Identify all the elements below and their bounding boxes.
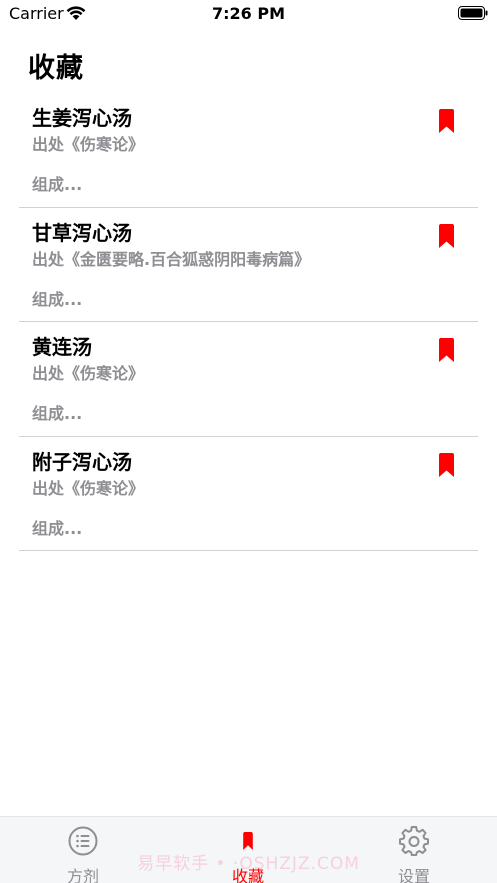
- formula-name: 附子泻心汤: [32, 449, 132, 474]
- status-time: 7:26 PM: [211, 4, 285, 23]
- watermark: 易早软手 • ·OSHZJZ.COM: [137, 854, 360, 874]
- formula-composition: 组成...: [32, 404, 83, 423]
- favorite-item[interactable]: 生姜泻心汤 出处《伤寒论》 组成...: [19, 93, 478, 208]
- bookmark-icon[interactable]: [438, 109, 455, 133]
- formula-name: 生姜泻心汤: [32, 106, 132, 130]
- favorite-item[interactable]: 甘草泻心汤 出处《金匮要略.百合狐惑阴阳毒病篇》 组成...: [19, 208, 478, 322]
- formula-source: 出处《伤寒论》: [32, 364, 145, 383]
- favorite-item[interactable]: 黄连汤 出处《伤寒论》 组成...: [19, 322, 478, 437]
- formula-composition: 组成...: [32, 175, 83, 194]
- formula-name: 甘草泻心汤: [32, 220, 132, 245]
- bookmark-icon[interactable]: [438, 452, 455, 477]
- bookmark-icon[interactable]: [438, 223, 455, 248]
- formula-name: 黄连汤: [32, 335, 92, 359]
- formula-source: 出处《金匮要略.百合狐惑阴阳毒病篇》: [32, 249, 311, 269]
- formula-composition: 组成...: [32, 289, 83, 309]
- bookmark-icon[interactable]: [438, 338, 455, 362]
- status-bar: Carrier 7:26 PM: [0, 0, 497, 30]
- battery-icon: [458, 6, 488, 20]
- formula-composition: 组成...: [32, 518, 83, 538]
- formula-source: 出处《伤寒论》: [32, 478, 145, 498]
- favorites-list: 生姜泻心汤 出处《伤寒论》 组成... 甘草泻心汤 出处《金匮要略.百合狐惑阴阳…: [0, 93, 497, 551]
- formula-source: 出处《伤寒论》: [32, 135, 145, 154]
- favorite-item[interactable]: 附子泻心汤 出处《伤寒论》 组成...: [19, 437, 478, 551]
- page-title: 收藏: [28, 53, 84, 84]
